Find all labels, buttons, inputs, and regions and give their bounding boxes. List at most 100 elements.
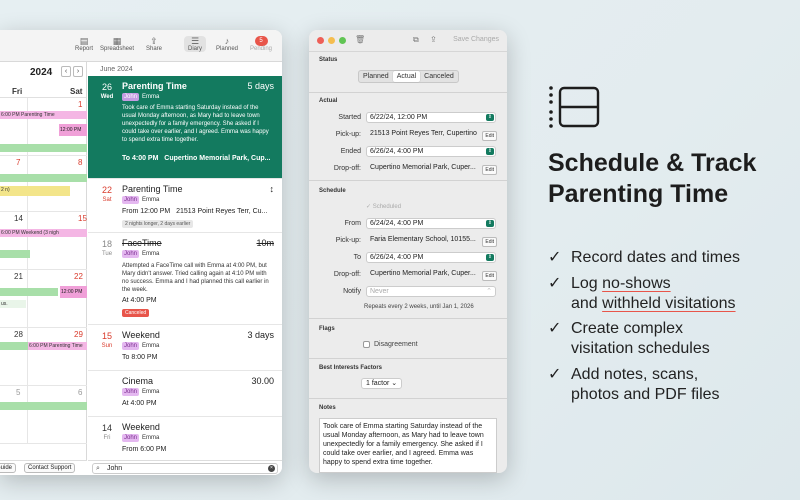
- diary-entry[interactable]: 15 Sun Weekend 3 days John Emma To 8:00 P…: [88, 325, 282, 371]
- checkmark-icon: ✓: [548, 249, 562, 266]
- search-input[interactable]: ⌕ John ×: [92, 463, 278, 474]
- disagreement-checkbox[interactable]: [363, 341, 370, 348]
- spreadsheet-label: Spreadsheet: [100, 46, 135, 52]
- diary-entry[interactable]: 18 Tue FaceTime 10m John Emma Attempted a…: [88, 233, 282, 325]
- pending-button[interactable]: 5 Pending: [250, 36, 272, 52]
- diary-entry[interactable]: 14 Fri Weekend John Emma From 6:00 PM: [88, 417, 282, 460]
- status-planned[interactable]: Planned: [359, 71, 393, 82]
- stepper-icon[interactable]: ⇕: [486, 114, 494, 121]
- calendar-event[interactable]: 12:00 PM: [59, 124, 87, 136]
- day-number: 22: [74, 272, 83, 281]
- schedule-pickup-label: Pick-up:: [335, 237, 361, 244]
- day-number: 29: [74, 330, 83, 339]
- schedule-pickup-location: Faria Elementary School, 10155...: [370, 236, 476, 243]
- notes-textarea[interactable]: Took care of Emma starting Saturday inst…: [319, 418, 497, 473]
- started-date-field[interactable]: 6/22/24, 12:00 PM ⇕: [366, 112, 496, 123]
- calendar-week[interactable]: 1 6:00 PM Parenting Time 12:00 PM: [0, 98, 87, 156]
- entry-description: Attempted a FaceTime call with Emma at 4…: [122, 263, 269, 293]
- calendar-event[interactable]: [0, 402, 87, 410]
- flags-section-title: Flags: [319, 326, 335, 332]
- save-changes-button[interactable]: Save Changes: [453, 36, 499, 43]
- prev-month-button[interactable]: ‹: [61, 66, 71, 77]
- calendar-event[interactable]: [0, 174, 87, 182]
- diary-button[interactable]: ☰ Diary: [184, 36, 207, 52]
- schedule-from-field[interactable]: 6/24/24, 4:00 PM ⇕: [366, 218, 496, 229]
- checkmark-icon: ✓: [548, 275, 562, 292]
- stepper-icon[interactable]: ⇕: [486, 220, 494, 227]
- guide-button[interactable]: Guide: [0, 463, 17, 473]
- weekday-header: Fri Sat: [0, 84, 86, 98]
- trash-icon[interactable]: 🗑: [355, 35, 365, 44]
- share-label: Share: [146, 46, 163, 52]
- search-value: John: [107, 465, 123, 472]
- feature-text: Create complex: [571, 320, 684, 337]
- calendar-week[interactable]: 14 15 6:00 PM Weekend (3 nigh: [0, 212, 87, 270]
- share-icon[interactable]: ⇪: [430, 35, 437, 44]
- divider: [309, 180, 507, 181]
- next-month-button[interactable]: ›: [73, 66, 83, 77]
- edit-schedule-dropoff-button[interactable]: Edit: [482, 271, 497, 281]
- schedule-change-pill: 2 nights longer, 2 days earlier: [122, 220, 194, 228]
- calendar-event[interactable]: [0, 144, 87, 152]
- calendar-week[interactable]: 21 22 us. 12:00 PM: [0, 270, 87, 328]
- contact-support-button[interactable]: Contact Support: [24, 463, 76, 473]
- entry-weekday: Sat: [102, 197, 112, 203]
- share-button[interactable]: ⇪ Share: [146, 36, 162, 52]
- stepper-icon[interactable]: ⇕: [486, 254, 494, 261]
- zoom-window-button[interactable]: [339, 37, 346, 44]
- inspector-toolbar: 🗑 ⧉ ⇪ Save Changes: [309, 30, 507, 52]
- report-button[interactable]: ▤ Report: [75, 36, 93, 52]
- calendar-event[interactable]: [0, 288, 58, 296]
- entry-title: Parenting Time: [122, 81, 187, 91]
- day-number: 15: [78, 214, 87, 223]
- diary-entry-selected[interactable]: 26 Wed Parenting Time 5 days John Emma To…: [88, 76, 282, 179]
- entry-weekday: Wed: [100, 94, 114, 100]
- entry-day: 18: [101, 239, 112, 249]
- bell-icon: ♪: [224, 36, 230, 46]
- edit-pickup-button[interactable]: Edit: [482, 131, 497, 141]
- calendar-event[interactable]: [0, 342, 28, 350]
- stepper-icon[interactable]: ⇕: [486, 148, 494, 155]
- started-label: Started: [338, 114, 361, 121]
- calendar-event[interactable]: 12:00 PM: [60, 286, 87, 298]
- factors-popup[interactable]: 1 factor ⌄: [361, 378, 403, 389]
- edit-dropoff-button[interactable]: Edit: [482, 165, 497, 175]
- weekday-fri: Fri: [12, 87, 23, 96]
- dropoff-location: Cupertino Memorial Park, Cuper...: [370, 164, 476, 171]
- notify-select[interactable]: Never ⌃: [366, 286, 496, 297]
- ended-date-field[interactable]: 6/26/24, 4:00 PM ⇕: [366, 146, 496, 157]
- spreadsheet-button[interactable]: ▦ Spreadsheet: [100, 36, 134, 52]
- calendar-event[interactable]: us.: [0, 300, 26, 308]
- diary-entry[interactable]: 22 Sat Parenting Time ↕ John Emma From 12…: [88, 179, 282, 233]
- calendar-event[interactable]: 6:00 PM Parenting Time: [28, 342, 87, 350]
- clear-search-icon[interactable]: ×: [268, 465, 275, 472]
- status-canceled[interactable]: Canceled: [420, 71, 458, 82]
- minimize-window-button[interactable]: [328, 37, 335, 44]
- entry-place: Cupertino Memorial Park, Cup...: [164, 155, 271, 162]
- edit-schedule-pickup-button[interactable]: Edit: [482, 237, 497, 247]
- schedule-to-field[interactable]: 6/26/24, 4:00 PM ⇕: [366, 252, 496, 263]
- calendar-week[interactable]: 28 29 6:00 PM Parenting Time: [0, 328, 87, 386]
- calendar-week[interactable]: 7 8 2 n): [0, 156, 87, 212]
- planned-button[interactable]: ♪ Planned: [216, 36, 238, 52]
- status-actual[interactable]: Actual: [392, 71, 421, 82]
- feature-text: Log: [571, 275, 603, 292]
- calendar-week[interactable]: 5 6: [0, 386, 87, 444]
- calendar-event[interactable]: [0, 250, 30, 258]
- pending-label: Pending: [250, 46, 273, 52]
- pickup-location: 21513 Point Reyes Terr, Cupertino: [370, 130, 477, 137]
- status-segmented-control: Planned Actual Canceled: [358, 70, 459, 83]
- calendar-event[interactable]: 6:00 PM Parenting Time: [0, 111, 87, 119]
- calendar-event[interactable]: 2 n): [0, 186, 70, 196]
- entry-place: 21513 Point Reyes Terr, Cu...: [176, 208, 268, 215]
- scheduled-checkbox[interactable]: ✓ Scheduled: [366, 203, 401, 210]
- diary-entry[interactable]: Cinema 30.00 John Emma At 4:00 PM: [88, 371, 282, 417]
- entry-time: From 12:00 PM: [122, 208, 171, 215]
- duplicate-icon[interactable]: ⧉: [413, 35, 419, 45]
- close-window-button[interactable]: [317, 37, 324, 44]
- calendar-event[interactable]: 6:00 PM Weekend (3 nigh: [0, 229, 87, 237]
- calendar-header: 2024 ‹ ›: [0, 62, 86, 84]
- entry-amount: 30.00: [251, 376, 274, 386]
- repeat-summary: Repeats every 2 weeks, until Jan 1, 2026: [364, 304, 474, 310]
- entry-day: 26: [101, 82, 112, 92]
